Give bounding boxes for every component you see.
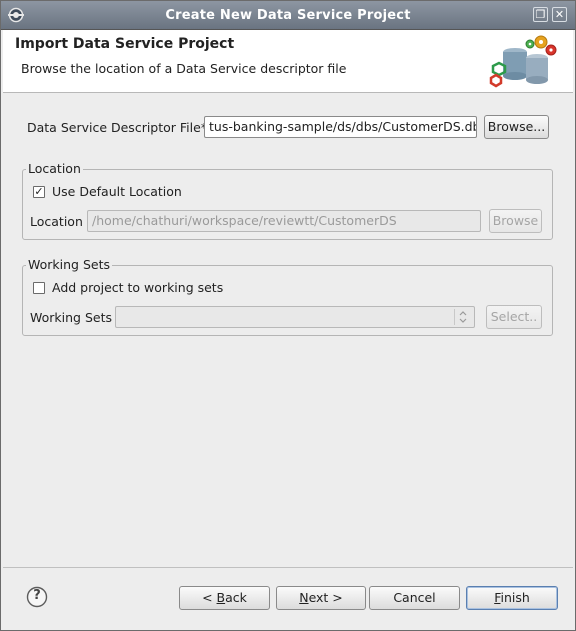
footer-separator [3,567,573,568]
use-default-location-checkbox[interactable]: ✓ [33,186,45,198]
next-button[interactable]: Next > [276,586,366,610]
descriptor-file-label: Data Service Descriptor File* [27,120,208,135]
data-service-wizard-graphic [485,32,563,90]
window-title: Create New Data Service Project [165,8,411,23]
dialog-window: Create New Data Service Project ❐ ✕ Impo… [0,0,576,631]
help-glyph: ? [33,588,41,603]
next-label-mnemonic: N [299,590,309,605]
back-button[interactable]: < Back [179,586,270,610]
location-browse-button[interactable]: Browse [489,209,542,233]
next-label-suffix: ext > [308,590,343,605]
working-sets-group-title: Working Sets [26,257,112,272]
location-label: Location [30,214,83,229]
working-sets-label: Working Sets [30,310,112,325]
finish-button[interactable]: Finish [466,586,558,610]
combo-arrows-icon [454,309,471,325]
finish-label-suffix: inish [500,590,530,605]
wizard-header: Import Data Service Project Browse the l… [3,30,573,93]
back-label-suffix: ack [225,590,247,605]
page-title: Import Data Service Project [15,36,235,52]
back-label-mnemonic: B [216,590,226,605]
location-group-title: Location [26,161,83,176]
page-description: Browse the location of a Data Service de… [21,61,347,76]
close-icon[interactable]: ✕ [552,7,567,22]
add-to-working-sets-label[interactable]: Add project to working sets [52,280,223,295]
location-input[interactable]: /home/chathuri/workspace/reviewtt/Custom… [87,210,481,232]
working-sets-select-button[interactable]: Select.. [486,305,542,329]
descriptor-file-input[interactable]: tus-banking-sample/ds/dbs/CustomerDS.dbs [204,116,477,138]
title-bar[interactable]: Create New Data Service Project ❐ ✕ [1,1,575,30]
cancel-button[interactable]: Cancel [369,586,460,610]
use-default-location-label[interactable]: Use Default Location [52,184,182,199]
working-sets-combo[interactable] [115,306,475,328]
descriptor-browse-button[interactable]: Browse... [484,115,549,139]
help-icon[interactable]: ? [26,586,48,608]
add-to-working-sets-checkbox[interactable] [33,282,45,294]
maximize-icon[interactable]: ❐ [533,7,548,22]
back-label-prefix: < [202,590,217,605]
